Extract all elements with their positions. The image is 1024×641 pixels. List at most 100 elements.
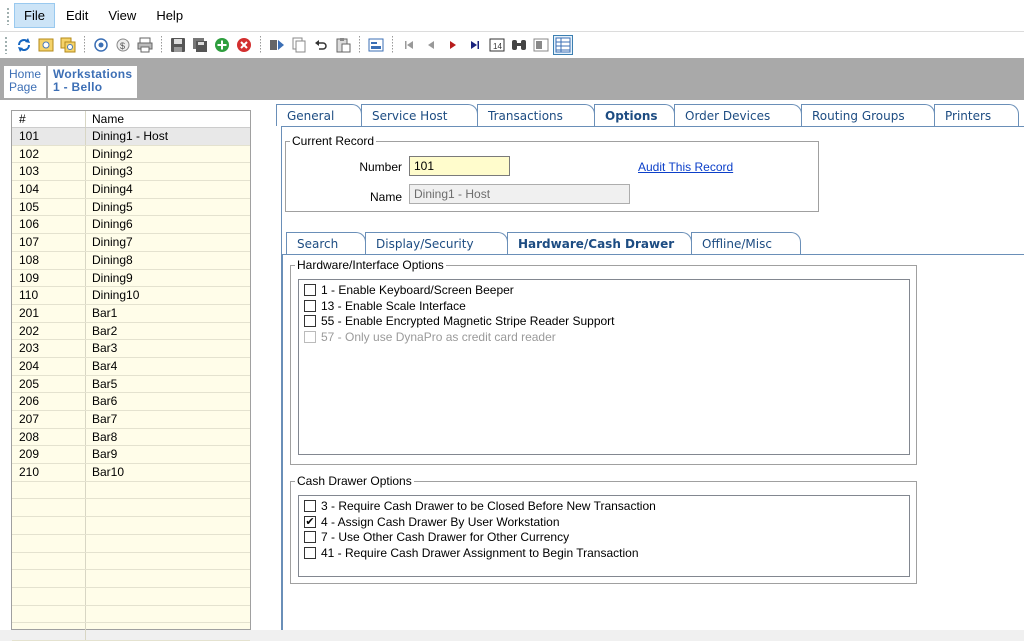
save-all-icon[interactable] — [190, 35, 210, 55]
row-name: Bar7 — [92, 412, 118, 426]
list-row[interactable]: 204 Bar4 — [12, 357, 250, 376]
row-number: 107 — [12, 234, 86, 251]
list-row[interactable]: 203 Bar3 — [12, 340, 250, 358]
first-record-icon[interactable] — [399, 35, 419, 55]
list-row[interactable]: 208 Bar8 — [12, 428, 250, 447]
lookup-icon[interactable]: $ — [113, 35, 133, 55]
tab-printers[interactable]: Printers — [934, 104, 1019, 126]
row-name: Dining9 — [92, 270, 133, 285]
checkbox[interactable] — [304, 284, 316, 296]
list-row[interactable]: 109 Dining9 — [12, 269, 250, 288]
cash-drawer-option[interactable]: ✔ 4 - Assign Cash Drawer By User Workstat… — [304, 514, 560, 530]
empty-list-row — [12, 481, 250, 500]
form-view-icon[interactable] — [366, 35, 386, 55]
list-row[interactable]: 207 Bar7 — [12, 411, 250, 429]
audit-record-link[interactable]: Audit This Record — [638, 160, 733, 174]
duplicate-icon[interactable] — [289, 35, 309, 55]
toolbar-separator — [392, 36, 393, 54]
list-row[interactable]: 209 Bar9 — [12, 446, 250, 465]
hardware-option[interactable]: 55 - Enable Encrypted Magnetic Stripe Re… — [304, 313, 615, 329]
record-icon[interactable] — [91, 35, 111, 55]
list-row[interactable]: 106 Dining6 — [12, 216, 250, 235]
checkbox[interactable] — [304, 547, 316, 560]
tab-general[interactable]: General — [276, 104, 362, 126]
tab-order-devices[interactable]: Order Devices — [674, 104, 802, 126]
list-row[interactable]: 104 Dining4 — [12, 181, 250, 199]
list-row[interactable]: 110 Dining10 — [12, 287, 250, 305]
cash-drawer-option[interactable]: 3 - Require Cash Drawer to be Closed Bef… — [304, 498, 656, 514]
paste-icon[interactable] — [333, 35, 353, 55]
list-row[interactable]: 202 Bar2 — [12, 322, 250, 341]
add-record-icon[interactable] — [212, 35, 232, 55]
checkbox[interactable] — [304, 531, 316, 544]
list-row[interactable]: 206 Bar6 — [12, 393, 250, 411]
list-row[interactable]: 105 Dining5 — [12, 198, 250, 217]
delete-record-icon[interactable] — [234, 35, 254, 55]
refresh-icon[interactable] — [14, 35, 34, 55]
menu-file[interactable]: File — [14, 3, 55, 28]
checkbox[interactable] — [304, 315, 316, 328]
subtab-display-security[interactable]: Display/Security — [365, 232, 508, 254]
checkbox-checked[interactable]: ✔ — [304, 515, 316, 528]
tab-transactions[interactable]: Transactions — [477, 104, 595, 126]
list-row[interactable]: 102 Dining2 — [12, 145, 250, 164]
empty-list-row — [12, 605, 250, 624]
subtab-search[interactable]: Search — [286, 232, 366, 254]
hardware-option[interactable]: 1 - Enable Keyboard/Screen Beeper — [304, 282, 514, 298]
undo-icon[interactable] — [311, 35, 331, 55]
cash-drawer-options-legend: Cash Drawer Options — [297, 474, 412, 488]
cash-drawer-option[interactable]: 7 - Use Other Cash Drawer for Other Curr… — [304, 529, 569, 545]
breadcrumb-current-line2: 1 - Bello — [53, 80, 103, 94]
number-field[interactable]: 101 — [409, 156, 510, 176]
row-name: Bar9 — [92, 447, 118, 462]
main-tabs: General Service Host Transactions Options Or… — [276, 104, 1019, 126]
filter-icon[interactable] — [531, 35, 551, 55]
list-row[interactable]: 107 Dining7 — [12, 234, 250, 252]
breadcrumb-home[interactable]: Home Page — [4, 66, 47, 98]
list-row[interactable]: 108 Dining8 — [12, 251, 250, 270]
copy-icon[interactable] — [267, 35, 287, 55]
list-row[interactable]: 103 Dining3 — [12, 163, 250, 182]
subtab-offline-misc[interactable]: Offline/Misc — [691, 232, 801, 254]
save-icon[interactable] — [168, 35, 188, 55]
list-row[interactable]: 210 Bar10 — [12, 464, 250, 482]
tab-service-host[interactable]: Service Host — [361, 104, 478, 126]
menu-help[interactable]: Help — [147, 4, 192, 27]
subtab-hardware-cash-drawer[interactable]: Hardware/Cash Drawer — [507, 232, 692, 254]
menu-view[interactable]: View — [99, 4, 145, 27]
next-record-icon[interactable] — [443, 35, 463, 55]
name-label: Name — [369, 190, 402, 204]
goto-record-icon[interactable]: 14 — [487, 35, 507, 55]
multi-properties-icon[interactable] — [58, 35, 78, 55]
column-header-name[interactable]: Name — [86, 111, 250, 127]
column-header-number[interactable]: # — [12, 111, 86, 127]
breadcrumb-current[interactable]: Workstations 1 - Bello — [48, 66, 138, 98]
toolbar-grip-icon — [4, 36, 8, 54]
hardware-options-list: 1 - Enable Keyboard/Screen Beeper 13 - En… — [298, 279, 910, 455]
previous-record-icon[interactable] — [421, 35, 441, 55]
list-row[interactable]: 205 Bar5 — [12, 375, 250, 394]
checkbox[interactable] — [304, 299, 316, 312]
table-view-icon[interactable] — [553, 35, 573, 55]
option-label: 4 - Assign Cash Drawer By User Workstati… — [321, 514, 560, 529]
workstation-list[interactable]: # Name 101 Dining1 - Host 102 Dining2 103 Din… — [11, 110, 251, 641]
row-number — [12, 587, 86, 605]
cash-drawer-options-list: 3 - Require Cash Drawer to be Closed Bef… — [298, 495, 910, 577]
svg-text:$: $ — [120, 41, 125, 51]
list-row[interactable]: 201 Bar1 — [12, 304, 250, 323]
last-record-icon[interactable] — [465, 35, 485, 55]
list-row[interactable]: 101 Dining1 - Host — [12, 128, 250, 146]
name-field: Dining1 - Host — [409, 184, 630, 204]
tab-options[interactable]: Options — [594, 104, 675, 126]
menu-edit[interactable]: Edit — [57, 4, 97, 27]
tab-routing-groups[interactable]: Routing Groups — [801, 104, 935, 126]
properties-icon[interactable] — [36, 35, 56, 55]
cash-drawer-option[interactable]: 41 - Require Cash Drawer Assignment to B… — [304, 545, 639, 561]
empty-list-row — [12, 499, 250, 518]
find-icon[interactable] — [509, 35, 529, 55]
hardware-option[interactable]: 13 - Enable Scale Interface — [304, 298, 466, 314]
print-icon[interactable] — [135, 35, 155, 55]
checkbox[interactable] — [304, 500, 316, 512]
row-name: Bar4 — [92, 358, 118, 373]
row-number: 106 — [12, 216, 86, 234]
